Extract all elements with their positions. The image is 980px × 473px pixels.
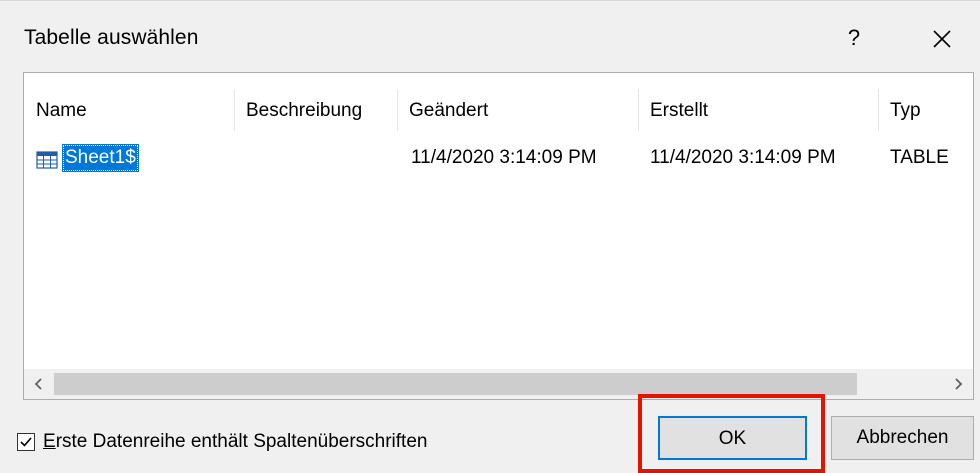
table-list[interactable]: Name Beschreibung Geändert Erstellt Typ (23, 72, 974, 400)
ok-button[interactable]: OK (658, 416, 807, 460)
dialog-title: Tabelle auswählen (24, 26, 199, 49)
horizontal-scrollbar[interactable] (24, 369, 973, 399)
checkbox-label-accesskey: E (43, 431, 56, 452)
table-row[interactable]: Sheet1$ 11/4/2020 3:14:09 PM 11/4/2020 3… (24, 143, 973, 173)
checkbox-label-text: rste Datenreihe enthält Spaltenüberschri… (55, 431, 428, 452)
chevron-left-icon (34, 378, 42, 390)
list-header: Name Beschreibung Geändert Erstellt Typ (24, 73, 973, 131)
chevron-right-icon (955, 378, 963, 390)
dialog-top-border (0, 0, 980, 1)
cancel-button[interactable]: Abbrechen (831, 416, 974, 460)
row-name-cell[interactable]: Sheet1$ (36, 143, 139, 173)
column-header-modified[interactable]: Geändert (397, 73, 638, 131)
row-created-cell: 11/4/2020 3:14:09 PM (650, 147, 836, 168)
select-table-dialog: Tabelle auswählen ? Name Beschreibung Ge… (0, 0, 980, 473)
close-button[interactable] (925, 22, 959, 56)
column-header-name[interactable]: Name (24, 73, 234, 131)
scroll-thumb[interactable] (54, 373, 857, 395)
column-header-description[interactable]: Beschreibung (234, 73, 397, 131)
row-modified-cell: 11/4/2020 3:14:09 PM (411, 147, 597, 168)
header-row-checkbox[interactable]: Erste Datenreihe enthält Spaltenüberschr… (17, 431, 427, 453)
column-header-type[interactable]: Typ (878, 73, 973, 131)
column-header-created[interactable]: Erstellt (638, 73, 878, 131)
checkbox-label: Erste Datenreihe enthält Spaltenüberschr… (43, 431, 427, 453)
close-icon (933, 30, 951, 48)
table-icon (36, 149, 58, 169)
scroll-left-button[interactable] (24, 369, 54, 399)
help-button[interactable]: ? (836, 20, 872, 56)
row-name-label[interactable]: Sheet1$ (62, 144, 139, 172)
row-type-cell: TABLE (890, 147, 949, 168)
scroll-right-button[interactable] (943, 369, 973, 399)
checkmark-icon (20, 437, 32, 447)
checkbox-box[interactable] (17, 433, 35, 451)
